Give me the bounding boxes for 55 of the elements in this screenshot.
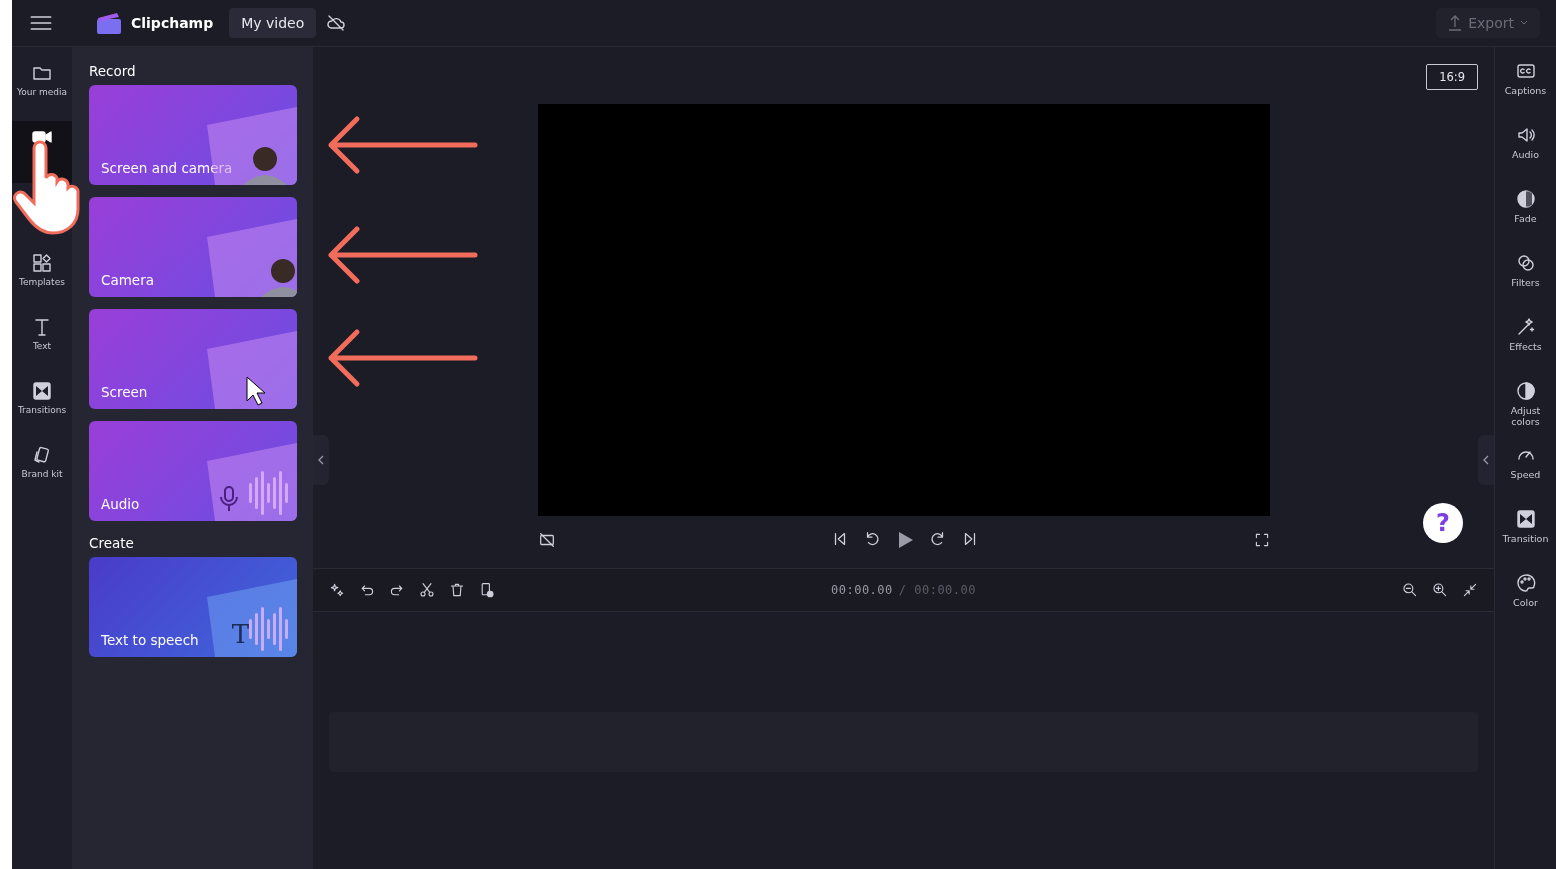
contrast-icon	[1515, 381, 1536, 401]
cloud-off-icon	[326, 13, 347, 33]
nav-item[interactable]: Text	[12, 311, 72, 373]
property-tab[interactable]: Speed	[1497, 445, 1554, 509]
timecode: 00:00.00 / 00:00.00	[831, 583, 976, 597]
brand-kit-icon	[32, 445, 52, 465]
property-tab[interactable]: Color	[1497, 573, 1554, 637]
captions-icon	[1515, 61, 1536, 81]
zoom-out-icon	[1402, 582, 1418, 598]
fullscreen-icon	[1253, 532, 1270, 548]
section-heading: Create	[89, 535, 135, 551]
trash-icon	[449, 582, 465, 598]
caret-icon	[1520, 20, 1528, 26]
fit-icon	[1462, 582, 1478, 598]
record-option-card[interactable]: Audio	[89, 421, 297, 521]
templates-icon	[32, 253, 52, 273]
fade-icon	[1515, 189, 1536, 209]
hand-pointer-icon	[12, 140, 82, 235]
record-option-card[interactable]: Screen and camera	[89, 85, 297, 185]
record-option-card[interactable]: Text to speech T	[89, 557, 297, 657]
property-tab[interactable]: Adjust colors	[1497, 381, 1554, 445]
filters-icon	[1515, 253, 1536, 273]
nav-item[interactable]: Templates	[12, 247, 72, 309]
zoom-in-icon	[1432, 582, 1448, 598]
text-glyph: T	[231, 619, 249, 649]
text-icon	[32, 317, 52, 337]
scissors-icon	[419, 582, 435, 598]
record-option-card[interactable]: Screen	[89, 309, 297, 409]
property-tab[interactable]: Effects	[1497, 317, 1554, 381]
project-title-button[interactable]: My video	[229, 8, 317, 38]
nav-item[interactable]: Transitions	[12, 375, 72, 437]
property-tab[interactable]: Fade	[1497, 189, 1554, 253]
property-tab[interactable]: Transition	[1497, 509, 1554, 573]
aspect-ratio-button[interactable]: 16:9	[1426, 64, 1478, 90]
sparkle-icon	[329, 582, 345, 598]
property-tab[interactable]: Audio	[1497, 125, 1554, 189]
nav-item[interactable]: Your media	[12, 57, 72, 119]
palette-icon	[1515, 573, 1536, 593]
transition-icon	[32, 381, 52, 401]
property-tab[interactable]: Filters	[1497, 253, 1554, 317]
redo-icon	[389, 582, 405, 598]
section-heading: Record	[89, 63, 137, 79]
collapse-handle[interactable]	[313, 435, 329, 485]
collapse-handle[interactable]	[1478, 435, 1494, 485]
help-button[interactable]: ?	[1423, 503, 1463, 543]
add-media-icon	[479, 582, 495, 598]
logo-icon	[97, 12, 121, 34]
undo-icon	[359, 582, 375, 598]
camera-off-icon	[537, 531, 556, 549]
nav-item[interactable]: Brand kit	[12, 439, 72, 501]
app-name: Clipchamp	[131, 15, 214, 31]
transition-icon	[1515, 509, 1536, 529]
property-tab[interactable]: Captions	[1497, 61, 1554, 125]
record-option-card[interactable]: Camera	[89, 197, 297, 297]
upload-icon	[1448, 15, 1463, 31]
